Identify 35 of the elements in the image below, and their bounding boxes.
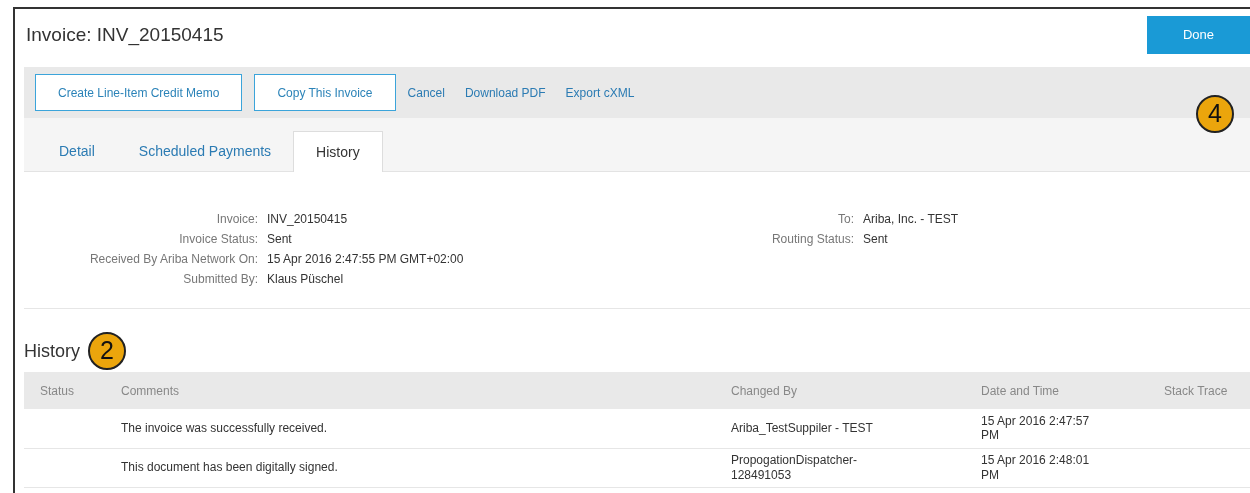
- table-cell-text: PropogationDispatcher-128491053: [731, 453, 859, 482]
- field-value: 15 Apr 2016 2:47:55 PM GMT+02:00: [266, 251, 465, 268]
- field-value: Klaus Püschel: [266, 271, 345, 288]
- table-cell-text: Ariba_TestSuppiler - TEST: [731, 421, 874, 436]
- tab[interactable]: History: [293, 131, 383, 172]
- toolbar-button[interactable]: Copy This Invoice: [254, 74, 396, 111]
- field-value: INV_20150415: [266, 211, 349, 228]
- toolbar-link[interactable]: Export cXML: [565, 83, 635, 102]
- column-header: Date and Time: [965, 372, 1148, 409]
- field-label: Routing Status:: [770, 231, 855, 248]
- field-value: Sent: [266, 231, 293, 248]
- page-title: Invoice: INV_20150415: [26, 23, 224, 48]
- field-label: To:: [837, 211, 855, 228]
- done-button[interactable]: Done: [1147, 16, 1250, 54]
- toolbar-link[interactable]: Cancel: [407, 83, 445, 102]
- column-header: Comments: [105, 372, 715, 409]
- field-label: Submitted By:: [182, 271, 259, 288]
- toolbar-link[interactable]: Download PDF: [464, 83, 546, 102]
- tab[interactable]: Scheduled Payments: [116, 131, 294, 171]
- tab[interactable]: Detail: [37, 131, 117, 171]
- field-value: Sent: [862, 231, 889, 248]
- callout-badge: 2: [88, 332, 126, 370]
- field-label: Received By Ariba Network On:: [88, 251, 259, 268]
- column-header: Stack Trace: [1148, 372, 1250, 409]
- section-title: History: [24, 339, 80, 363]
- table-cell-text: 15 Apr 2016 2:47:57 PM: [981, 413, 1091, 443]
- field-label: Invoice Status:: [178, 231, 259, 248]
- table-cell-text: This document has been digitally signed.: [121, 460, 339, 475]
- column-header: Status: [24, 372, 105, 409]
- column-header: Changed By: [715, 372, 965, 409]
- table-cell-text: The invoice was successfully received.: [121, 421, 329, 436]
- toolbar-button[interactable]: Create Line-Item Credit Memo: [35, 74, 243, 111]
- field-value: Ariba, Inc. - TEST: [862, 211, 960, 228]
- table-cell-text: 15 Apr 2016 2:48:01 PM: [981, 453, 1091, 482]
- field-label: Invoice:: [215, 211, 259, 228]
